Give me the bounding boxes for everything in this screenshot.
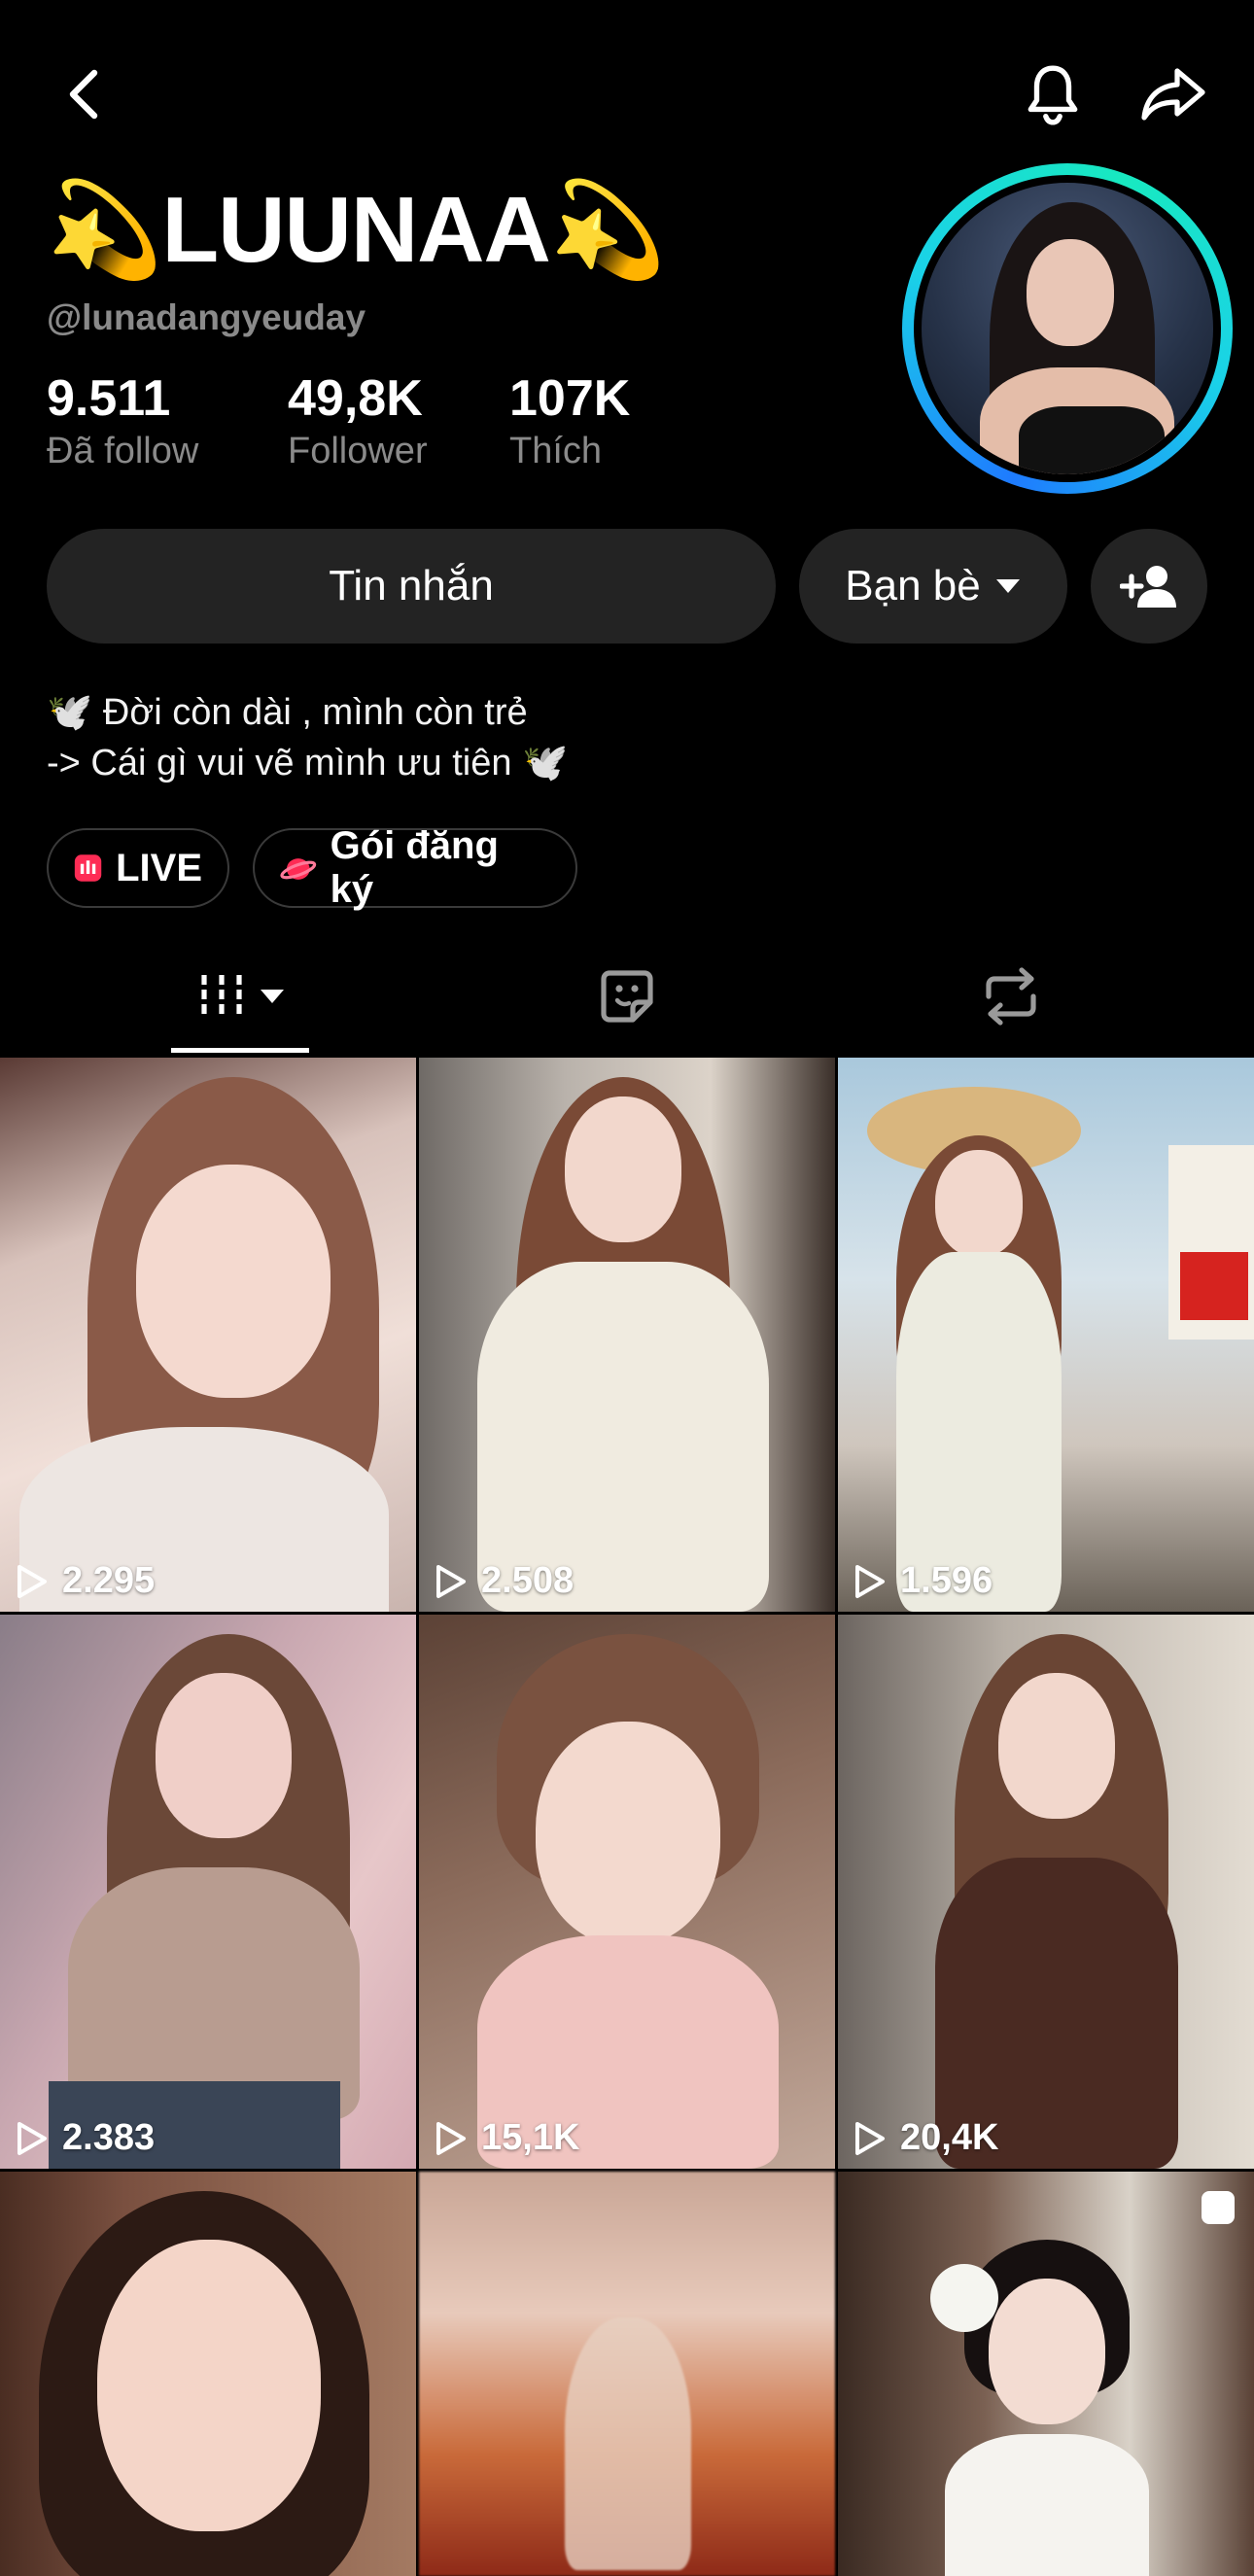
- view-count: 2.383: [16, 2117, 155, 2159]
- video-thumbnail[interactable]: 2.383: [0, 1615, 416, 2169]
- live-chip[interactable]: LIVE: [47, 828, 229, 908]
- grid-bars-icon: [201, 975, 242, 1018]
- live-icon: [74, 854, 102, 882]
- video-thumbnail[interactable]: 15,1K: [419, 1615, 835, 2169]
- active-tab-indicator: [171, 1048, 309, 1053]
- profile-handle: @lunadangyeuday: [47, 297, 366, 337]
- avatar-image: [922, 183, 1213, 474]
- message-button-label: Tin nhắn: [329, 562, 494, 609]
- add-friend-button[interactable]: [1091, 529, 1207, 644]
- play-icon: [436, 1564, 466, 1598]
- subscription-icon: [280, 858, 317, 880]
- caret-down-icon: [261, 990, 284, 1003]
- bio-line-1: 🕊️ Đời còn dài , mình còn trẻ: [47, 692, 528, 733]
- add-person-icon: [1120, 566, 1176, 608]
- back-button[interactable]: [41, 51, 128, 138]
- multi-photo-icon: [1202, 2191, 1235, 2224]
- video-thumbnail[interactable]: 20,4K: [838, 1615, 1254, 2169]
- tab-reposts[interactable]: [962, 941, 1060, 1052]
- view-count: 2.508: [435, 1560, 574, 1602]
- video-thumbnail[interactable]: 2.508: [419, 1058, 835, 1612]
- play-icon: [436, 2121, 466, 2155]
- view-count: 15,1K: [435, 2117, 579, 2159]
- stat-following[interactable]: 9.511 Đã follow: [47, 369, 198, 474]
- tab-favorites[interactable]: [578, 941, 676, 1052]
- view-count-text: 2.508: [481, 1560, 575, 1601]
- message-button[interactable]: Tin nhắn: [47, 529, 776, 644]
- bio-line-2: -> Cái gì vui vẽ mình ưu tiên 🕊️: [47, 743, 569, 783]
- view-count: 20,4K: [853, 2117, 998, 2159]
- subscription-chip[interactable]: Gói đăng ký: [253, 824, 577, 911]
- stat-following-value: 9.511: [47, 370, 171, 427]
- view-count-text: 15,1K: [481, 2117, 580, 2158]
- play-icon: [17, 2121, 47, 2155]
- subscription-chip-label: Gói đăng ký: [330, 824, 499, 911]
- caret-down-icon: [995, 579, 1020, 593]
- stat-likes-value: 107K: [509, 370, 631, 427]
- view-count-text: 2.383: [62, 2117, 156, 2158]
- notifications-button[interactable]: [1009, 51, 1097, 138]
- stat-following-label: Đã follow: [47, 431, 199, 471]
- live-chip-label: LIVE: [116, 846, 202, 889]
- share-arrow-icon: [1141, 68, 1205, 121]
- stat-followers[interactable]: 49,8K Follower: [288, 369, 428, 474]
- play-icon: [855, 1564, 885, 1598]
- video-thumbnail[interactable]: [419, 2172, 835, 2576]
- stat-followers-label: Follower: [288, 431, 428, 471]
- avatar[interactable]: [902, 163, 1233, 494]
- friends-dropdown-button[interactable]: Bạn bè: [799, 529, 1067, 644]
- share-button[interactable]: [1130, 51, 1217, 138]
- tab-videos[interactable]: [171, 941, 309, 1052]
- view-count-text: 1.596: [900, 1560, 993, 1601]
- play-icon: [855, 2121, 885, 2155]
- video-thumbnail[interactable]: [838, 2172, 1254, 2576]
- chevron-left-icon: [69, 69, 98, 120]
- profile-display-name: 💫LUUNAA💫: [47, 178, 666, 282]
- repost-icon: [986, 967, 1036, 1026]
- stat-likes-label: Thích: [509, 431, 603, 471]
- sticker-icon: [601, 970, 653, 1023]
- video-thumbnail[interactable]: [0, 2172, 416, 2576]
- view-count: 1.596: [853, 1560, 993, 1602]
- view-count: 2.295: [16, 1560, 155, 1602]
- video-thumbnail[interactable]: 1.596: [838, 1058, 1254, 1612]
- friends-dropdown-label: Bạn bè: [845, 562, 981, 609]
- stat-followers-value: 49,8K: [288, 370, 423, 427]
- play-icon: [17, 1564, 47, 1598]
- bell-icon: [1028, 65, 1078, 125]
- view-count-text: 20,4K: [900, 2117, 999, 2158]
- stat-likes[interactable]: 107K Thích: [509, 369, 630, 474]
- view-count-text: 2.295: [62, 1560, 156, 1601]
- video-thumbnail[interactable]: 2.295: [0, 1058, 416, 1612]
